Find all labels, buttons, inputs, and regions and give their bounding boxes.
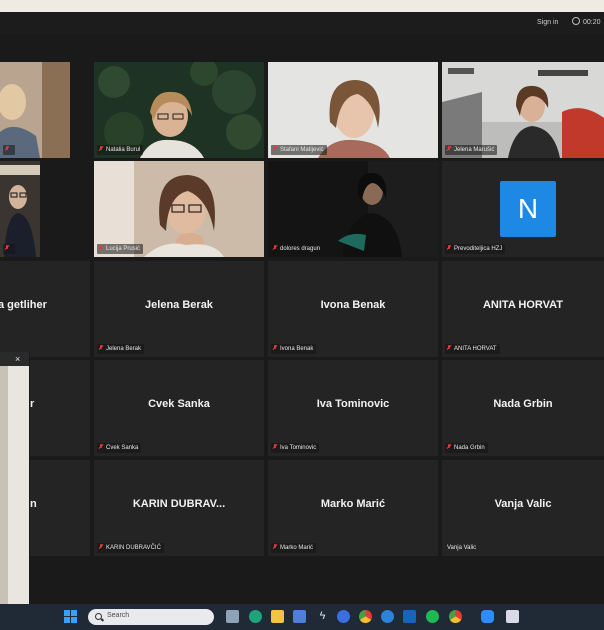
- search-icon: [95, 613, 102, 620]
- taskbar: Search ϟ: [0, 604, 604, 630]
- lightning-icon[interactable]: ϟ: [316, 610, 329, 623]
- participant-tile[interactable]: dolores dragun: [268, 161, 438, 257]
- mic-muted-icon: [447, 444, 451, 450]
- floating-window[interactable]: ×: [0, 352, 30, 630]
- store-icon[interactable]: [293, 610, 306, 623]
- participant-video: [94, 161, 264, 257]
- participant-video: [268, 161, 438, 257]
- participant-name-tag: Nada Grbin: [445, 443, 488, 453]
- participant-display-name: a getliher: [0, 299, 47, 311]
- participant-video: [94, 62, 264, 158]
- mic-muted-icon: [447, 345, 451, 351]
- mic-muted-icon: [447, 146, 451, 152]
- participant-display-name: KARIN DUBRAV...: [132, 498, 226, 510]
- participant-display-name: n: [30, 498, 37, 510]
- mic-muted-icon: [99, 345, 103, 351]
- participant-tile[interactable]: Nada Grbin Nada Grbin: [442, 360, 604, 456]
- participant-video: [0, 161, 40, 257]
- floating-window-titlebar[interactable]: ×: [0, 352, 29, 366]
- participant-tile[interactable]: Ivona Benak Ivona Benak: [268, 261, 438, 357]
- participant-name-tag: [3, 244, 15, 254]
- participant-display-name: ANITA HORVAT: [482, 299, 564, 311]
- settings-gear-icon[interactable]: [381, 610, 394, 623]
- participant-display-name: Nada Grbin: [493, 398, 553, 410]
- participant-tile[interactable]: Natalia Burul: [94, 62, 264, 158]
- chrome-icon[interactable]: [359, 610, 372, 623]
- participant-tile[interactable]: Stafani Matijević: [268, 62, 438, 158]
- mic-muted-icon: [273, 146, 277, 152]
- participant-tile[interactable]: N Prevoditeljica HZJ: [442, 161, 604, 257]
- floating-window-content: [0, 366, 8, 630]
- participant-display-name: Ivona Benak: [320, 299, 386, 311]
- mic-muted-icon: [99, 245, 103, 251]
- participant-video: [268, 62, 438, 158]
- participant-video: [442, 62, 604, 158]
- participant-display-name: Marko Marić: [320, 498, 386, 510]
- mic-muted-icon: [5, 245, 9, 251]
- participant-tile[interactable]: Marko Marić Marko Marić: [268, 460, 438, 556]
- edge-icon[interactable]: [249, 610, 262, 623]
- participant-tile[interactable]: [0, 62, 70, 158]
- participant-name-tag: Cvek Sanka: [97, 443, 142, 453]
- participant-tile[interactable]: Vanja Valic Vanja Valic: [442, 460, 604, 556]
- participant-name-tag: Prevoditeljica HZJ: [445, 244, 506, 254]
- participant-display-name: Cvek Sanka: [148, 398, 210, 410]
- title-bar: Sign in 00:20: [0, 12, 604, 34]
- mic-muted-icon: [99, 544, 103, 550]
- participant-name-tag: KARIN DUBRAVČIĆ: [97, 543, 164, 553]
- chrome-icon[interactable]: [449, 610, 462, 623]
- mic-muted-icon: [273, 345, 277, 351]
- zoom-window: Sign in 00:20 Natalia Burul Stafani Mati…: [0, 12, 604, 604]
- participant-tile[interactable]: Jelena Berak Jelena Berak: [94, 261, 264, 357]
- participant-name-tag: Natalia Burul: [97, 145, 144, 155]
- participant-name-tag: Jelena Berak: [97, 344, 145, 354]
- teams-icon[interactable]: [506, 610, 519, 623]
- participant-tile[interactable]: ANITA HORVAT ANITA HORVAT: [442, 261, 604, 357]
- participant-tile[interactable]: a getliher: [0, 261, 90, 357]
- app-icon[interactable]: [337, 610, 350, 623]
- participant-display-name: Vanja Valic: [494, 498, 552, 510]
- participant-name-tag: Marko Marić: [271, 543, 317, 553]
- desktop-strip: [0, 0, 604, 12]
- participant-display-name: Jelena Berak: [145, 299, 213, 311]
- participant-tile[interactable]: Jelena Marušić: [442, 62, 604, 158]
- task-view-icon[interactable]: [226, 610, 239, 623]
- participant-name-tag: dolores dragun: [271, 244, 324, 254]
- participant-avatar: N: [500, 181, 556, 237]
- taskbar-search-input[interactable]: Search: [88, 609, 214, 625]
- participant-name-tag: Ivona Benak: [271, 344, 317, 354]
- participant-tile[interactable]: Cvek Sanka Cvek Sanka: [94, 360, 264, 456]
- sign-in-button[interactable]: Sign in: [533, 17, 562, 29]
- close-icon[interactable]: ×: [15, 354, 20, 364]
- participant-video: [0, 62, 70, 158]
- mic-muted-icon: [273, 444, 277, 450]
- spotify-icon[interactable]: [426, 610, 439, 623]
- participant-name-tag: Stafani Matijević: [271, 145, 327, 155]
- participant-tile[interactable]: KARIN DUBRAV... KARIN DUBRAVČIĆ: [94, 460, 264, 556]
- clock-icon: [572, 17, 580, 25]
- mic-muted-icon: [273, 544, 277, 550]
- participant-name-tag: Iva Tominovic: [271, 443, 320, 453]
- file-explorer-icon[interactable]: [271, 610, 284, 623]
- mic-muted-icon: [273, 245, 277, 251]
- participant-name-tag: Vanja Valic: [447, 545, 477, 551]
- participant-tile[interactable]: Lucija Prusić: [94, 161, 264, 257]
- participant-name-tag: ANITA HORVAT: [445, 344, 500, 354]
- participant-tile[interactable]: [0, 161, 40, 257]
- mic-muted-icon: [99, 146, 103, 152]
- mic-muted-icon: [99, 444, 103, 450]
- participant-name-tag: Lucija Prusić: [97, 244, 144, 254]
- participant-tile[interactable]: Iva Tominovic Iva Tominovic: [268, 360, 438, 456]
- zoom-icon[interactable]: [481, 610, 494, 623]
- mic-muted-icon: [447, 245, 451, 251]
- participant-name-tag: Jelena Marušić: [445, 145, 498, 155]
- participant-display-name: r: [30, 398, 35, 410]
- outlook-icon[interactable]: [403, 610, 416, 623]
- meeting-timer: 00:20: [572, 17, 601, 29]
- participant-name-tag: [3, 145, 15, 155]
- windows-start-icon[interactable]: [64, 610, 78, 624]
- mic-muted-icon: [5, 146, 9, 152]
- participant-display-name: Iva Tominovic: [316, 398, 390, 410]
